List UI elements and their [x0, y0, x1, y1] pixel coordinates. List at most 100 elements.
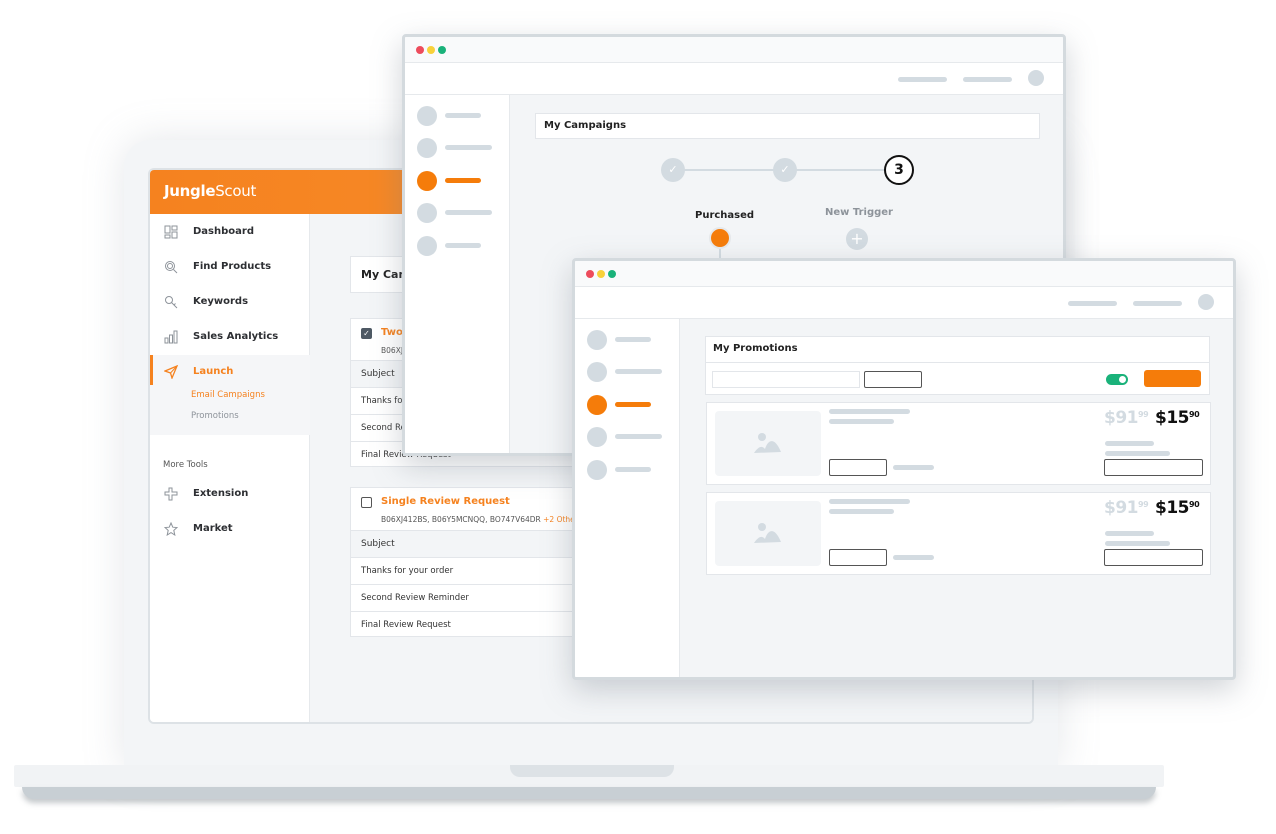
close-dot[interactable] — [416, 46, 424, 54]
window-topbar — [575, 287, 1233, 319]
menu-placeholder[interactable] — [1068, 301, 1117, 306]
campaign-asins: B06XJ412BS, B06Y5MCNQQ, BO747V64DR +2 Ot… — [381, 515, 582, 524]
campaign-checkbox[interactable] — [361, 497, 372, 508]
sidebar-item-label: Extension — [193, 488, 249, 499]
nav-label-placeholder — [615, 434, 662, 439]
nav-label-placeholder — [445, 210, 492, 215]
nav-label-active — [445, 178, 481, 183]
price-meta-placeholder — [1105, 541, 1170, 546]
avatar[interactable] — [1198, 294, 1214, 310]
star-icon — [163, 521, 179, 537]
step-complete-check-icon[interactable]: ✓ — [773, 158, 797, 182]
sidebar: Dashboard Find Products Keywords Sales A… — [150, 214, 310, 722]
filter-button[interactable] — [864, 371, 922, 388]
step-complete-check-icon[interactable]: ✓ — [661, 158, 685, 182]
nav-label-placeholder — [445, 113, 481, 118]
step-current[interactable]: 3 — [884, 155, 914, 185]
sidebar-item-label: Keywords — [193, 296, 249, 307]
sidebar-item-label: Find Products — [193, 261, 272, 272]
search-input[interactable] — [712, 371, 860, 388]
sidebar-subitem-promotions[interactable]: Promotions — [191, 411, 239, 421]
dashboard-icon — [163, 224, 179, 240]
campaigns-title-bar: My Campaigns — [535, 113, 1040, 139]
maximize-dot[interactable] — [438, 46, 446, 54]
nav-icon-placeholder[interactable] — [417, 203, 437, 223]
nav-icon-placeholder[interactable] — [417, 138, 437, 158]
minimize-dot[interactable] — [597, 270, 605, 278]
active-toggle[interactable] — [1106, 374, 1128, 385]
nav-label-placeholder — [615, 369, 662, 374]
bar-chart-icon — [163, 329, 179, 345]
promotions-toolbar — [705, 362, 1210, 395]
trigger-purchased-node[interactable] — [709, 227, 731, 249]
more-tools-heading: More Tools — [163, 460, 208, 470]
nav-label-placeholder — [445, 145, 492, 150]
laptop-base-edge — [22, 787, 1156, 799]
trigger-purchased-label: Purchased — [695, 210, 755, 221]
nav-label-placeholder — [615, 337, 651, 342]
sidebar-item-market[interactable]: Market — [150, 511, 310, 546]
menu-placeholder[interactable] — [1133, 301, 1182, 306]
window-sidebar — [575, 319, 680, 677]
nav-label-placeholder — [615, 467, 651, 472]
nav-icon-placeholder[interactable] — [587, 330, 607, 350]
window-title: My Promotions — [713, 343, 798, 354]
menu-placeholder[interactable] — [898, 77, 947, 82]
product-title-placeholder — [829, 409, 910, 414]
search-icon — [163, 259, 179, 275]
product-card: $9199 $1590 — [706, 402, 1211, 485]
product-image-placeholder — [715, 411, 821, 476]
price-meta-placeholder — [1105, 451, 1170, 456]
nav-icon-active[interactable] — [587, 395, 607, 415]
sidebar-item-extension[interactable]: Extension — [150, 476, 310, 511]
menu-placeholder[interactable] — [963, 77, 1012, 82]
product-subtitle-placeholder — [829, 509, 894, 514]
window-topbar — [405, 63, 1063, 95]
sidebar-subitem-email-campaigns[interactable]: Email Campaigns — [191, 390, 265, 400]
puzzle-icon — [163, 486, 179, 502]
sidebar-item-find-products[interactable]: Find Products — [150, 249, 310, 284]
toggle-knob — [1119, 376, 1126, 383]
maximize-dot[interactable] — [608, 270, 616, 278]
nav-icon-placeholder[interactable] — [587, 362, 607, 382]
campaign-checkbox[interactable]: ✓ — [361, 328, 372, 339]
product-meta-placeholder — [893, 555, 934, 560]
price-meta-placeholder — [1105, 531, 1154, 536]
nav-icon-placeholder[interactable] — [417, 236, 437, 256]
promotions-window: My Promotions $9199 $1590 $9199 $1590 — [572, 258, 1236, 680]
nav-label-placeholder — [445, 243, 481, 248]
promo-code-field[interactable] — [1104, 549, 1203, 566]
product-card: $9199 $1590 — [706, 492, 1211, 575]
product-action-button[interactable] — [829, 459, 887, 476]
nav-label-active — [615, 402, 651, 407]
promo-code-field[interactable] — [1104, 459, 1203, 476]
window-titlebar — [405, 37, 1063, 63]
paper-plane-icon — [163, 364, 179, 380]
add-trigger-plus-icon[interactable]: + — [846, 228, 868, 250]
price-meta-placeholder — [1105, 441, 1154, 446]
sidebar-item-label: Market — [193, 523, 233, 534]
sidebar-item-label: Launch — [193, 366, 234, 377]
sidebar-item-launch[interactable]: Launch — [150, 354, 310, 389]
minimize-dot[interactable] — [427, 46, 435, 54]
image-icon — [754, 523, 781, 543]
create-promotion-button[interactable] — [1144, 370, 1201, 387]
product-subtitle-placeholder — [829, 419, 894, 424]
product-image-placeholder — [715, 501, 821, 566]
nav-icon-placeholder[interactable] — [587, 460, 607, 480]
original-price: $9199 — [1104, 408, 1149, 428]
campaign-title[interactable]: Single Review Request — [381, 496, 510, 507]
sidebar-item-keywords[interactable]: Keywords — [150, 284, 310, 319]
trigger-new-label: New Trigger — [825, 207, 893, 218]
close-dot[interactable] — [586, 270, 594, 278]
sidebar-item-dashboard[interactable]: Dashboard — [150, 214, 310, 249]
avatar[interactable] — [1028, 70, 1044, 86]
laptop-notch — [510, 765, 674, 777]
nav-icon-active[interactable] — [417, 171, 437, 191]
jungle-scout-logo[interactable]: JungleScout — [164, 182, 256, 200]
sidebar-item-sales-analytics[interactable]: Sales Analytics — [150, 319, 310, 354]
promo-price: $1590 — [1155, 408, 1200, 428]
nav-icon-placeholder[interactable] — [587, 427, 607, 447]
product-action-button[interactable] — [829, 549, 887, 566]
nav-icon-placeholder[interactable] — [417, 106, 437, 126]
